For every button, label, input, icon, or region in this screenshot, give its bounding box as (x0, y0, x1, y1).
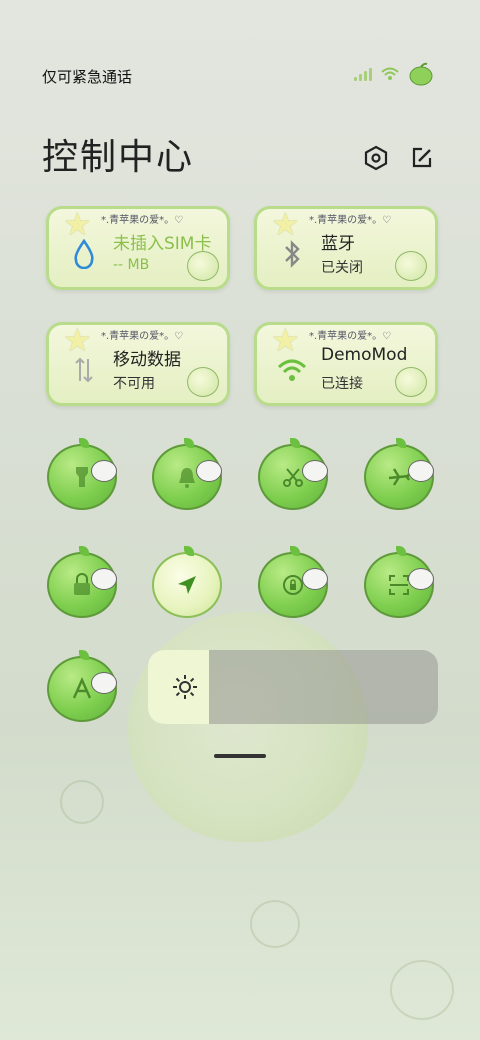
location-toggle[interactable] (152, 546, 222, 618)
auto-brightness-toggle[interactable] (47, 650, 117, 722)
signal-icon (354, 67, 372, 81)
cat-decoration-icon (91, 460, 117, 482)
mobile-data-icon (69, 353, 99, 387)
flashlight-icon (76, 467, 88, 487)
card-tag: *.青苹果の爱*。♡ (101, 215, 184, 226)
location-arrow-icon (178, 576, 196, 594)
settings-button[interactable] (362, 144, 390, 172)
lock-screen-toggle[interactable] (47, 546, 117, 618)
data-usage-value: -- MB (113, 257, 150, 273)
apple-decoration-icon (187, 251, 219, 281)
apple-decoration-icon (395, 367, 427, 397)
apple-decoration-icon (187, 367, 219, 397)
cat-decoration-icon (408, 460, 434, 482)
page-title: 控制中心 (42, 137, 195, 178)
cat-decoration-icon (302, 568, 328, 590)
cat-decoration-icon (408, 568, 434, 590)
airplane-toggle[interactable] (364, 438, 434, 510)
card-tag: *.青苹果の爱*。♡ (309, 215, 392, 226)
flashlight-toggle[interactable] (47, 438, 117, 510)
mobile-data-tile[interactable]: ★ *.青苹果の爱*。♡ 移动数据 不可用 (46, 321, 230, 406)
screenshot-toggle[interactable] (258, 438, 328, 510)
bluetooth-label: 蓝牙 (321, 234, 355, 254)
brightness-slider[interactable] (148, 650, 438, 724)
edit-icon (412, 147, 432, 168)
background-doodle (250, 900, 300, 948)
background-doodle (390, 960, 454, 1020)
sim-card-tile[interactable]: ★ *.青苹果の爱*。♡ 未插入SIM卡 -- MB (46, 205, 230, 290)
edit-button[interactable] (408, 144, 436, 172)
rotation-lock-toggle[interactable] (258, 546, 328, 618)
apple-icon (409, 62, 433, 86)
apple-decoration-icon (395, 251, 427, 281)
mobile-data-status: 不可用 (113, 376, 155, 392)
droplet-icon (69, 237, 99, 271)
bluetooth-tile[interactable]: ★ *.青苹果の爱*。♡ 蓝牙 已关闭 (254, 205, 438, 290)
cat-decoration-icon (91, 568, 117, 590)
sound-toggle[interactable] (152, 438, 222, 510)
card-tag: *.青苹果の爱*。♡ (101, 331, 184, 342)
wifi-icon (277, 353, 307, 387)
cat-decoration-icon (196, 460, 222, 482)
status-text: 仅可紧急通话 (42, 68, 133, 86)
mobile-data-label: 移动数据 (113, 350, 181, 370)
card-tag: *.青苹果の爱*。♡ (309, 331, 392, 342)
sun-icon (173, 675, 197, 699)
wifi-status: 已连接 (321, 376, 363, 392)
wifi-network-name: DemoMod (321, 345, 408, 365)
bluetooth-status: 已关闭 (321, 260, 363, 276)
sim-status-label: 未插入SIM卡 (113, 234, 212, 254)
settings-hex-icon (364, 145, 388, 171)
wifi-icon (381, 67, 399, 80)
scan-toggle[interactable] (364, 546, 434, 618)
bluetooth-icon (277, 237, 307, 271)
cat-decoration-icon (302, 460, 328, 482)
wifi-tile[interactable]: ★ *.青苹果の爱*。♡ DemoMod 已连接 (254, 321, 438, 406)
background-doodle (60, 780, 104, 824)
background-apple-illustration (128, 612, 368, 842)
status-bar: 仅可紧急通话 (42, 62, 434, 90)
cat-decoration-icon (91, 672, 117, 694)
drag-handle[interactable] (214, 754, 266, 758)
lock-icon (74, 573, 90, 595)
